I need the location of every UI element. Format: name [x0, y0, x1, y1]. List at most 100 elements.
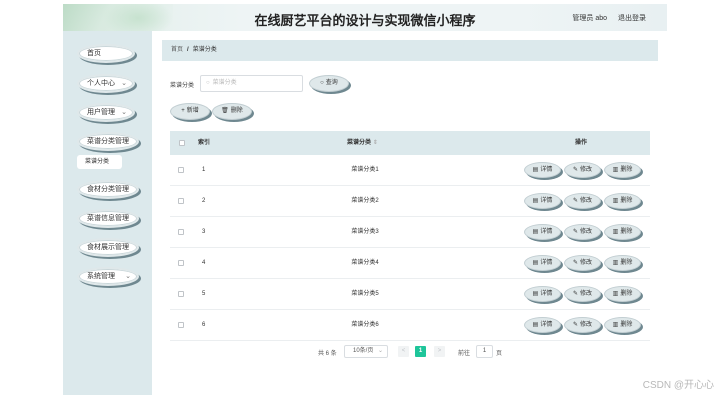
detail-button[interactable]: ▤ 详情 [524, 286, 561, 302]
edit-button[interactable]: ✎ 修改 [564, 224, 601, 240]
row-checkbox[interactable] [178, 229, 184, 235]
row-name: 菜谱分类4 [351, 260, 379, 266]
document-icon: ▤ [532, 229, 539, 235]
breadcrumb-separator: / [187, 47, 189, 53]
sidebar-item-label: 菜谱分类管理 [87, 138, 129, 145]
recipe-category-table: 索引 菜谱分类 ⇕ 操作 1 菜谱分类1 ▤ 详情 ✎ 修改 ▥ 删除 2 菜谱分类2 ▤ 详情 ✎ 修改… [170, 131, 650, 341]
sidebar-item-user-management[interactable]: 用户管理 ⌄ [77, 103, 135, 122]
sidebar-item-home[interactable]: 首页 [77, 44, 135, 63]
sidebar-item-label: 个人中心 [87, 80, 115, 87]
page-1-button[interactable]: 1 [415, 346, 426, 357]
row-name: 菜谱分类6 [351, 322, 379, 328]
breadcrumb-home[interactable]: 首页 [171, 47, 183, 53]
sidebar-item-personal-center[interactable]: 个人中心 ⌄ [77, 74, 135, 93]
watermark: CSDN @开心心 [642, 380, 714, 391]
row-index: 6 [202, 322, 206, 328]
prev-page-button[interactable]: < [398, 346, 409, 357]
delete-button[interactable]: ▥ 删除 [604, 317, 641, 333]
edit-button[interactable]: ✎ 修改 [564, 317, 601, 333]
detail-button[interactable]: ▤ 详情 [524, 317, 561, 333]
column-header-name[interactable]: 菜谱分类 ⇕ [347, 131, 378, 155]
document-icon: ▤ [532, 291, 539, 297]
trash-icon: ▥ [612, 291, 619, 297]
breadcrumb: 首页 / 菜谱分类 [162, 40, 658, 61]
detail-button[interactable]: ▤ 详情 [524, 162, 561, 178]
row-name: 菜谱分类2 [351, 198, 379, 204]
sidebar-item-label: 系统管理 [87, 273, 115, 280]
sidebar-item-ingredient-category-management[interactable]: 食材分类管理 [77, 180, 139, 199]
sidebar-subitem-recipe-category[interactable]: 菜谱分类 [77, 155, 122, 169]
delete-button[interactable]: ▥ 删除 [604, 286, 641, 302]
delete-button[interactable]: ▥ 删除 [604, 162, 641, 178]
current-user: 管理员 abo [572, 15, 607, 22]
add-button-label: 新增 [186, 108, 199, 114]
search-input[interactable]: ○ 菜谱分类 [200, 75, 303, 92]
sidebar-item-system-management[interactable]: 系统管理 ⌄ [77, 267, 139, 286]
sidebar: 首页 个人中心 ⌄ 用户管理 ⌄ 菜谱分类管理 菜谱分类 食材分类管理 菜谱信息… [63, 31, 152, 395]
row-index: 1 [202, 167, 206, 173]
pencil-icon: ✎ [572, 291, 578, 297]
edit-button[interactable]: ✎ 修改 [564, 162, 601, 178]
select-all-checkbox[interactable] [179, 140, 185, 146]
pagination-total: 共 6 条 [318, 351, 337, 357]
edit-button[interactable]: ✎ 修改 [564, 255, 601, 271]
goto-page-input[interactable]: 1 [476, 345, 493, 358]
table-row: 1 菜谱分类1 ▤ 详情 ✎ 修改 ▥ 删除 [170, 155, 650, 186]
detail-button[interactable]: ▤ 详情 [524, 255, 561, 271]
delete-button[interactable]: ▥ 删除 [604, 255, 641, 271]
row-index: 2 [202, 198, 206, 204]
document-icon: ▤ [532, 260, 539, 266]
goto-label: 前往 [458, 351, 471, 357]
row-checkbox[interactable] [178, 167, 184, 173]
trash-icon: ▥ [612, 167, 619, 173]
logout-link[interactable]: 退出登录 [618, 13, 646, 23]
sort-icon[interactable]: ⇕ [373, 140, 378, 146]
sidebar-item-recipe-category-management[interactable]: 菜谱分类管理 [77, 132, 139, 151]
pencil-icon: ✎ [572, 229, 578, 235]
row-name: 菜谱分类5 [351, 291, 379, 297]
row-checkbox[interactable] [178, 260, 184, 266]
search-button[interactable]: ○ 查询 [309, 75, 349, 92]
add-button[interactable]: + 新增 [170, 103, 210, 120]
chevron-down-icon: ⌄ [121, 109, 127, 116]
pencil-icon: ✎ [572, 260, 578, 266]
edit-button[interactable]: ✎ 修改 [564, 193, 601, 209]
trash-icon: ▥ [612, 260, 619, 266]
sidebar-item-label: 用户管理 [87, 109, 115, 116]
trash-icon: 🗑 [221, 108, 229, 114]
row-index: 5 [202, 291, 206, 297]
sidebar-item-label: 首页 [87, 50, 101, 57]
row-checkbox[interactable] [178, 291, 184, 297]
detail-button[interactable]: ▤ 详情 [524, 193, 561, 209]
page-size-select[interactable]: 10条/页 ⌄ [344, 345, 388, 358]
row-name: 菜谱分类3 [351, 229, 379, 235]
sidebar-item-recipe-info-management[interactable]: 菜谱信息管理 [77, 209, 139, 228]
sidebar-item-label: 食材分类管理 [87, 186, 129, 193]
sidebar-item-ingredient-display-management[interactable]: 食材展示管理 [77, 238, 139, 257]
chevron-down-icon: ⌄ [125, 273, 131, 280]
detail-button[interactable]: ▤ 详情 [524, 224, 561, 240]
row-checkbox[interactable] [178, 322, 184, 328]
trash-icon: ▥ [612, 229, 619, 235]
goto-suffix: 页 [496, 351, 503, 357]
trash-icon: ▥ [612, 198, 619, 204]
search-label: 菜谱分类 [170, 83, 195, 89]
table-header: 索引 菜谱分类 ⇕ 操作 [170, 131, 650, 155]
search-button-label: 查询 [325, 80, 338, 86]
edit-button[interactable]: ✎ 修改 [564, 286, 601, 302]
breadcrumb-current: 菜谱分类 [192, 47, 217, 53]
column-header-actions: 操作 [575, 140, 588, 146]
plus-icon: + [181, 108, 185, 114]
sidebar-item-label: 食材展示管理 [87, 244, 129, 251]
column-header-index: 索引 [198, 140, 211, 146]
batch-delete-button[interactable]: 🗑 删除 [212, 103, 252, 120]
pencil-icon: ✎ [572, 167, 578, 173]
row-checkbox[interactable] [178, 198, 184, 204]
next-page-button[interactable]: > [434, 346, 445, 357]
delete-button[interactable]: ▥ 删除 [604, 193, 641, 209]
pencil-icon: ✎ [572, 198, 578, 204]
table-row: 3 菜谱分类3 ▤ 详情 ✎ 修改 ▥ 删除 [170, 217, 650, 248]
row-index: 3 [202, 229, 206, 235]
table-row: 5 菜谱分类5 ▤ 详情 ✎ 修改 ▥ 删除 [170, 279, 650, 310]
delete-button[interactable]: ▥ 删除 [604, 224, 641, 240]
